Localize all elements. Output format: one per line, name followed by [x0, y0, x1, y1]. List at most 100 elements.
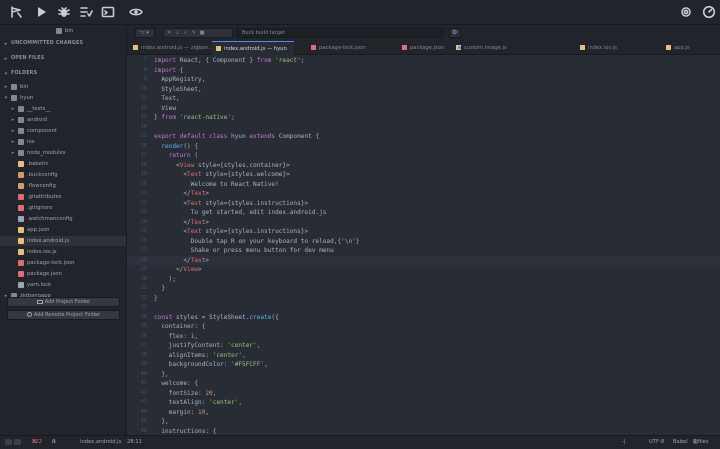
bug-menu-icon[interactable]: [8, 4, 24, 20]
code-line[interactable]: },: [154, 417, 168, 427]
bug-icon[interactable]: [56, 4, 72, 20]
editor-tab[interactable]: package-lock.json: [307, 41, 393, 55]
code-line[interactable]: justifyContent: 'center',: [154, 341, 261, 351]
tree-folder[interactable]: ▸ component: [0, 126, 126, 136]
sidebar-root[interactable]: bin: [0, 25, 126, 37]
code-line[interactable]: To get started, edit index.android.js: [154, 208, 327, 218]
tree-file[interactable]: .gitattributes: [0, 192, 126, 202]
code-line[interactable]: backgroundColor: '#F5FCFF',: [154, 360, 268, 370]
tree-file[interactable]: .babelrc: [0, 159, 126, 169]
tree-label: .watchmanconfig: [27, 216, 73, 222]
code-line[interactable]: <Text style={styles.instructions}>: [154, 227, 308, 237]
line-number: 7: [143, 57, 147, 63]
status-cursor-position[interactable]: 28:11: [127, 436, 142, 449]
section-open-files[interactable]: ▸ OPEN FILES: [0, 54, 126, 64]
section-uncommitted-changes[interactable]: ▸ UNCOMMITTED CHANGES: [0, 39, 126, 49]
editor-tab[interactable]: app.js: [662, 41, 718, 55]
code-line[interactable]: Text,: [154, 94, 179, 104]
add-remote-project-folder-button[interactable]: Add Remote Project Folder: [7, 310, 120, 320]
status-line-ending[interactable]: -|: [622, 436, 626, 449]
code-line[interactable]: export default class hyun extends Compon…: [154, 132, 319, 142]
tree-folder[interactable]: ▸ node_modules: [0, 148, 126, 158]
code-line[interactable]: </Text>: [154, 256, 209, 266]
build-settings-button[interactable]: ⚙: [449, 28, 461, 38]
code-line[interactable]: Welcome to React Native!: [154, 180, 279, 190]
tree-folder[interactable]: ▸ bin: [0, 82, 126, 92]
code-line[interactable]: }: [154, 284, 165, 294]
editor-tab[interactable]: custom.image.js: [452, 41, 568, 55]
play-icon[interactable]: [33, 4, 49, 20]
gear-icon[interactable]: [678, 4, 694, 20]
tree-label: node_modules: [27, 150, 66, 156]
editor-tab[interactable]: index.ios.js: [576, 41, 656, 55]
tree-file[interactable]: .flowconfig: [0, 181, 126, 191]
terminal-icon[interactable]: [100, 4, 116, 20]
code-line[interactable]: instructions: {: [154, 427, 216, 436]
status-encoding[interactable]: UTF-8: [649, 436, 664, 449]
tab-label: index.android.js — hyun: [224, 46, 287, 52]
status-file-path[interactable]: index.android.js: [80, 436, 121, 449]
code-line[interactable]: textAlign: 'center',: [154, 398, 242, 408]
tree-file[interactable]: package.json: [0, 269, 126, 279]
code-line[interactable]: StyleSheet,: [154, 85, 201, 95]
code-line[interactable]: fontSize: 20,: [154, 389, 217, 399]
code-line[interactable]: } from 'react-native';: [154, 113, 235, 123]
code-line[interactable]: </View>: [154, 265, 202, 275]
code-line[interactable]: }: [154, 294, 158, 304]
tree-folder[interactable]: ▸ android: [0, 115, 126, 125]
line-number: 9: [143, 76, 147, 82]
build-target-input[interactable]: Buck build target: [236, 28, 444, 38]
status-grammar[interactable]: Babel: [673, 436, 688, 449]
code-line[interactable]: <Text style={styles.welcome}>: [154, 170, 289, 180]
code-line[interactable]: alignItems: 'center',: [154, 351, 246, 361]
tree-file[interactable]: index.ios.js: [0, 247, 126, 257]
code-editor[interactable]: 7 8 9 10 11 12 13 14 15 16 17 18 19 20 21 22 23 24 25 26 27 2…: [127, 55, 720, 435]
code-line[interactable]: );: [154, 275, 176, 285]
build-config-dropdown[interactable]: ⌥ ▾: [135, 28, 155, 38]
file-icon: [18, 271, 24, 277]
tree-file[interactable]: index.android.js: [0, 236, 126, 246]
tree-folder[interactable]: ▾ hyun: [0, 93, 126, 103]
code-line[interactable]: render() {: [154, 142, 198, 152]
code-line[interactable]: Shake or press menu button for dev menu: [154, 246, 334, 256]
section-folders[interactable]: ▾ FOLDERS: [0, 69, 126, 79]
tree-label: package-lock.json: [27, 260, 75, 266]
tree-folder[interactable]: ▸ __tests__: [0, 104, 126, 114]
speedometer-icon[interactable]: [701, 4, 717, 20]
editor-tab[interactable]: index.android.js — hyun: [212, 41, 294, 55]
code-line[interactable]: Double tap R on your keyboard to reload,…: [154, 237, 360, 247]
code-line[interactable]: View: [154, 104, 176, 114]
code-line[interactable]: },: [154, 370, 168, 380]
checklist-icon[interactable]: [78, 4, 94, 20]
code-line[interactable]: import {: [154, 66, 183, 76]
code-line[interactable]: return (: [154, 151, 198, 161]
tree-file[interactable]: .watchmanconfig: [0, 214, 126, 224]
editor-tab[interactable]: index.android.js — zigban…: [129, 41, 211, 55]
code-line[interactable]: </Text>: [154, 189, 209, 199]
tree-file[interactable]: app.json: [0, 225, 126, 235]
tree-file[interactable]: package-lock.json: [0, 258, 126, 268]
file-icon: [18, 161, 24, 167]
code-line[interactable]: welcome: {: [154, 379, 198, 389]
code-line[interactable]: </Text>: [154, 218, 209, 228]
code-line[interactable]: margin: 10,: [154, 408, 209, 418]
file-icon: [580, 44, 585, 50]
chevron-right-icon: ▸: [11, 128, 15, 134]
editor-tab[interactable]: package.json: [398, 41, 449, 55]
code-line[interactable]: flex: 1,: [154, 332, 198, 342]
code-line[interactable]: container: {: [154, 322, 205, 332]
toggle-panel-right-icon[interactable]: [14, 439, 21, 445]
code-line[interactable]: <View style={styles.container}>: [154, 161, 290, 171]
tree-folder[interactable]: ▸ ios: [0, 137, 126, 147]
add-project-folder-button[interactable]: Add Project Folder: [7, 297, 120, 307]
eye-icon[interactable]: [128, 4, 144, 20]
tree-file[interactable]: .gitignore: [0, 203, 126, 213]
code-line[interactable]: AppRegistry,: [154, 75, 205, 85]
code-line[interactable]: const styles = StyleSheet.create({: [154, 313, 279, 323]
tree-file[interactable]: yarn.lock: [0, 280, 126, 290]
code-line[interactable]: <Text style={styles.instructions}>: [154, 199, 308, 209]
build-actions-icons[interactable]: ✕↓✓✎■: [167, 29, 208, 37]
toggle-panel-left-icon[interactable]: [5, 439, 12, 445]
code-line[interactable]: import React, { Component } from 'react'…: [154, 56, 304, 66]
tree-file[interactable]: .buckconfig: [0, 170, 126, 180]
